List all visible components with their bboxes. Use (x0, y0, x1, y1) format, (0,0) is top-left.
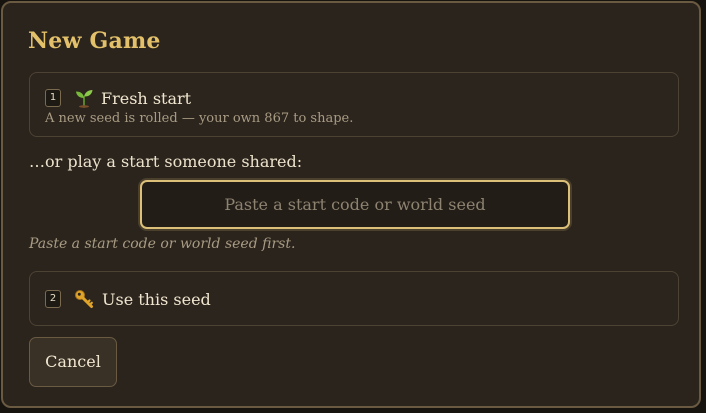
seed-hint: Paste a start code or world seed first. (29, 236, 296, 252)
shortcut-key-1: 1 (45, 89, 61, 107)
dialog-title: New Game (28, 28, 161, 54)
seed-input[interactable] (140, 180, 570, 229)
seedling-icon (74, 88, 94, 108)
fresh-start-description: A new seed is rolled — your own 867 to s… (45, 111, 354, 126)
new-game-dialog: New Game 1 Fresh start A new seed is rol… (1, 1, 701, 408)
fresh-start-label: Fresh start (101, 89, 192, 108)
cancel-button[interactable]: Cancel (29, 337, 117, 387)
shortcut-key-2: 2 (45, 290, 61, 308)
fresh-start-option[interactable]: 1 Fresh start A new seed is rolled — you… (29, 72, 679, 137)
shared-start-label: …or play a start someone shared: (29, 152, 303, 171)
use-seed-label: Use this seed (102, 290, 211, 309)
key-icon (74, 289, 94, 309)
use-seed-option[interactable]: 2 Use this seed (29, 271, 679, 326)
